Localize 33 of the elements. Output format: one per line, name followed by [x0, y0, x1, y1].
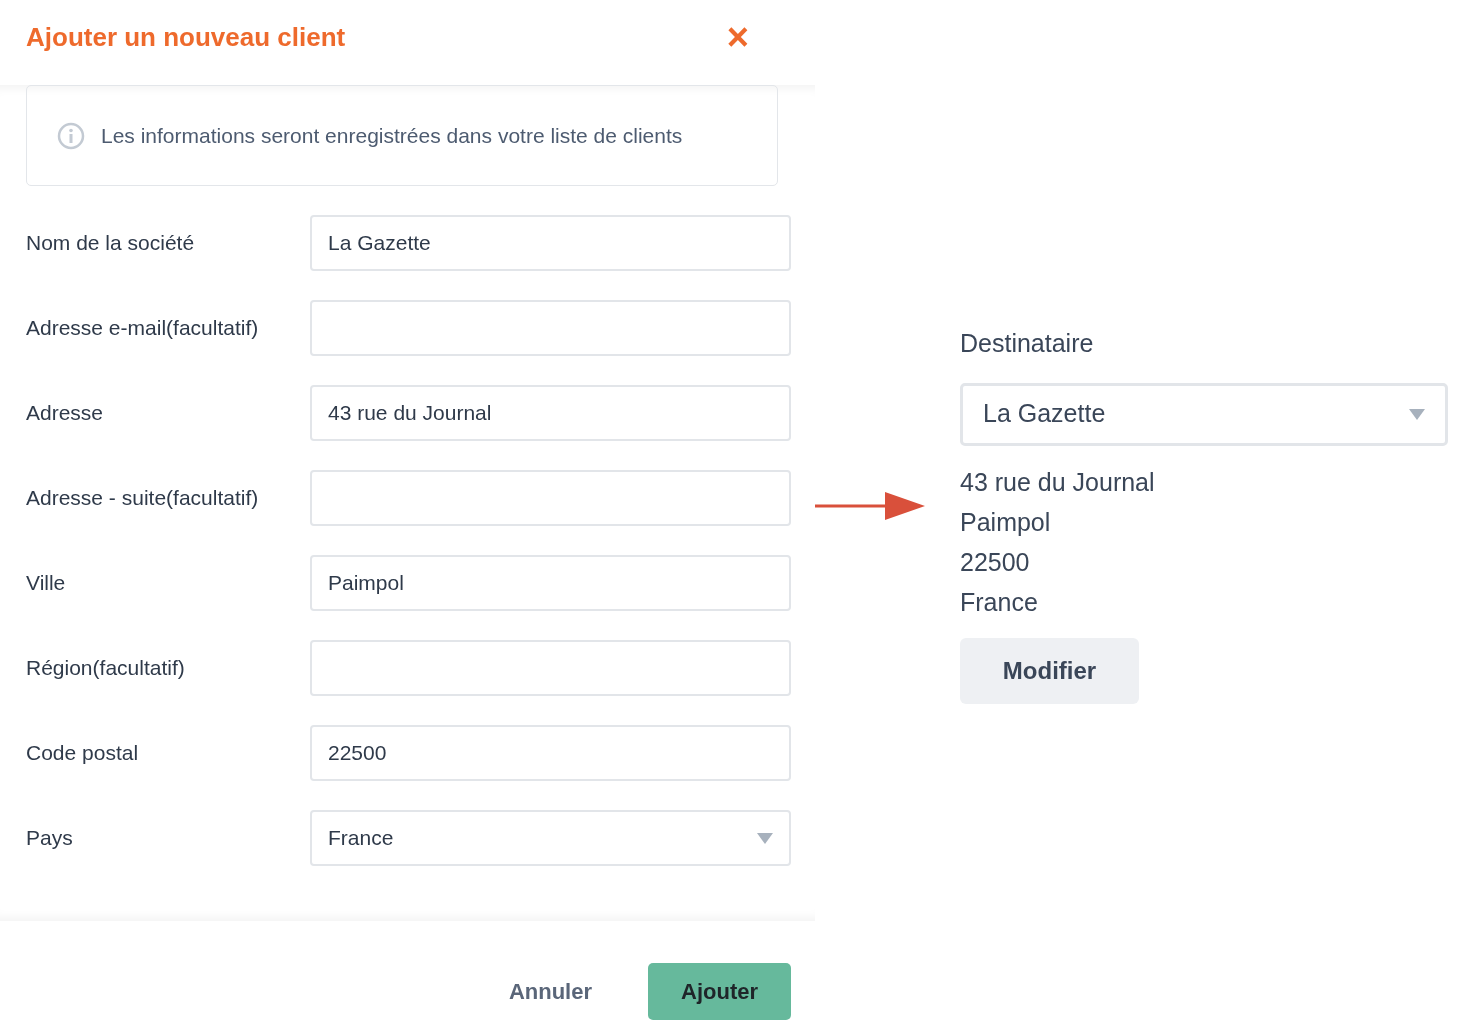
dialog-title: Ajouter un nouveau client — [26, 21, 346, 54]
recipient-label: Destinataire — [960, 328, 1095, 359]
input-field[interactable]: 43 rue du Journal — [310, 385, 791, 441]
cancel-button[interactable]: Annuler — [496, 967, 604, 1016]
field-label: Ville — [26, 570, 67, 596]
field-label: Pays — [26, 825, 74, 851]
field-label: Région(facultatif) — [26, 655, 186, 681]
address-line: 43 rue du Journal — [960, 466, 1156, 498]
input-field[interactable] — [310, 300, 791, 356]
caret-icon — [1409, 408, 1425, 420]
field-label: Adresse - suite(facultatif) — [26, 485, 260, 511]
select-value: La Gazette — [983, 398, 1106, 430]
input-field[interactable] — [310, 470, 791, 526]
input-field[interactable]: 22500 — [310, 725, 791, 781]
address-line: 22500 — [960, 546, 1031, 578]
input-field[interactable] — [310, 640, 791, 696]
country-select[interactable]: France — [310, 810, 791, 866]
info-text: Les informations seront enregistrées dans votre liste de clients — [101, 122, 683, 149]
recipient-select[interactable]: La Gazette — [960, 382, 1448, 446]
field-label: Adresse e-mail(facultatif) — [26, 315, 260, 341]
address-line: France — [960, 586, 1039, 618]
input-field[interactable]: La Gazette — [310, 215, 791, 271]
info-icon — [57, 121, 85, 150]
field-label: Adresse — [26, 400, 105, 426]
select-value: France — [328, 825, 394, 852]
field-label: Code postal — [26, 740, 140, 766]
edit-button[interactable]: Modifier — [960, 637, 1139, 704]
field-label: Nom de la société — [26, 230, 196, 256]
input-field[interactable]: Paimpol — [310, 555, 791, 611]
caret-icon — [757, 832, 773, 844]
arrow-icon — [815, 490, 925, 522]
add-button[interactable]: Ajouter — [648, 963, 791, 1020]
address-line: Paimpol — [960, 506, 1052, 538]
